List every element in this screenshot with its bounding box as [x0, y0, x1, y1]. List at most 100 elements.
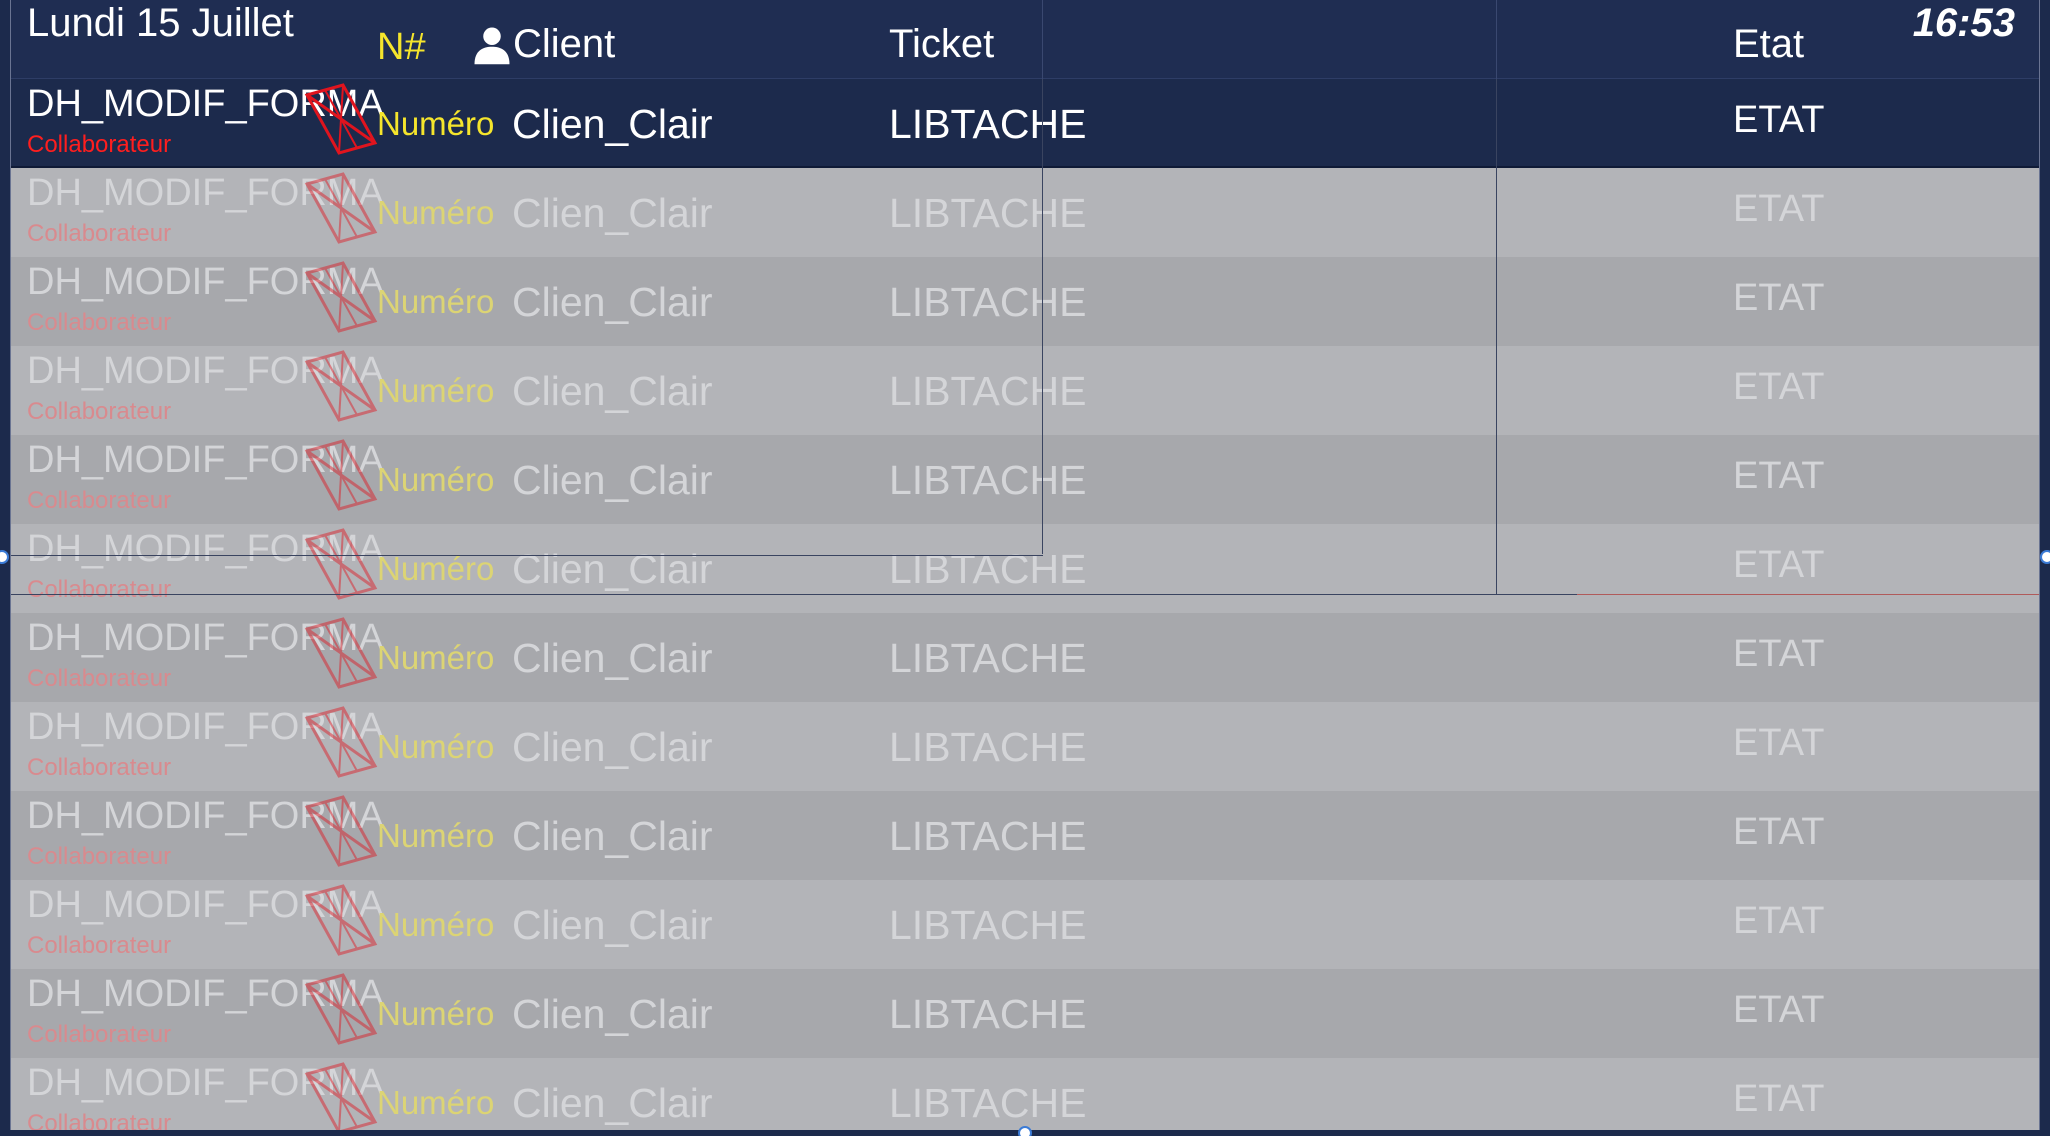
row-collaborator: Collaborateur: [27, 398, 172, 425]
row-ticket: LIBTACHE: [889, 1080, 1087, 1126]
table-row[interactable]: DH_MODIF_FORMA Collaborateur Numéro Clien_C…: [11, 969, 2039, 1058]
ticket-type-icon: [303, 259, 379, 333]
ticket-type-icon: [303, 526, 379, 600]
table-row[interactable]: DH_MODIF_FORMA Collaborateur Numéro Clien_C…: [11, 79, 2039, 168]
row-state: ETAT: [1733, 366, 1825, 408]
ticket-type-icon: [303, 1060, 379, 1130]
row-client: Clien_Clair: [512, 991, 713, 1037]
row-ticket: LIBTACHE: [889, 546, 1087, 592]
row-number: Numéro: [377, 372, 495, 409]
resize-handle-right[interactable]: [2040, 550, 2050, 564]
row-collaborator: Collaborateur: [27, 1110, 172, 1130]
row-ticket: LIBTACHE: [889, 635, 1087, 681]
column-divider: [1042, 79, 1043, 554]
row-state: ETAT: [1733, 633, 1825, 675]
column-divider: [1042, 0, 1043, 79]
guide-line: [11, 594, 1577, 595]
current-time: 16:53: [1912, 1, 2015, 45]
row-collaborator: Collaborateur: [27, 932, 172, 959]
row-client: Clien_Clair: [512, 101, 713, 147]
column-header-number[interactable]: N#: [377, 26, 426, 69]
ticket-type-icon: [303, 793, 379, 867]
row-number: Numéro: [377, 906, 495, 943]
ticket-type-icon: [303, 81, 379, 155]
ticket-board: Lundi 15 Juillet N# Client Ticket Etat 1…: [10, 0, 2040, 1130]
row-number: Numéro: [377, 105, 495, 142]
ticket-type-icon: [303, 348, 379, 422]
row-state: ETAT: [1733, 722, 1825, 764]
table-row[interactable]: DH_MODIF_FORMA Collaborateur Numéro Clien_C…: [11, 346, 2039, 435]
row-client: Clien_Clair: [512, 724, 713, 770]
table-row[interactable]: DH_MODIF_FORMA Collaborateur Numéro Clien_C…: [11, 524, 2039, 613]
row-ticket: LIBTACHE: [889, 368, 1087, 414]
table-row[interactable]: DH_MODIF_FORMA Collaborateur Numéro Clien_C…: [11, 435, 2039, 524]
row-client: Clien_Clair: [512, 368, 713, 414]
row-ticket: LIBTACHE: [889, 724, 1087, 770]
row-number: Numéro: [377, 461, 495, 498]
row-collaborator: Collaborateur: [27, 220, 172, 247]
table-row[interactable]: DH_MODIF_FORMA Collaborateur Numéro Clien_C…: [11, 168, 2039, 257]
row-state: ETAT: [1733, 900, 1825, 942]
ticket-type-icon: [303, 170, 379, 244]
column-divider: [1496, 0, 1497, 79]
row-ticket: LIBTACHE: [889, 991, 1087, 1037]
row-client: Clien_Clair: [512, 813, 713, 859]
row-ticket: LIBTACHE: [889, 101, 1087, 147]
table-row[interactable]: DH_MODIF_FORMA Collaborateur Numéro Clien_C…: [11, 1058, 2039, 1130]
row-state: ETAT: [1733, 188, 1825, 230]
row-ticket: LIBTACHE: [889, 190, 1087, 236]
row-collaborator: Collaborateur: [27, 309, 172, 336]
table-row[interactable]: DH_MODIF_FORMA Collaborateur Numéro Clien_C…: [11, 702, 2039, 791]
row-client: Clien_Clair: [512, 279, 713, 325]
row-state: ETAT: [1733, 1078, 1825, 1120]
row-collaborator: Collaborateur: [27, 131, 172, 158]
row-collaborator: Collaborateur: [27, 576, 172, 603]
column-header-state[interactable]: Etat: [1733, 22, 1804, 67]
row-number: Numéro: [377, 817, 495, 854]
row-client: Clien_Clair: [512, 546, 713, 592]
row-state: ETAT: [1733, 277, 1825, 319]
column-header-client[interactable]: Client: [471, 22, 615, 67]
table-row[interactable]: DH_MODIF_FORMA Collaborateur Numéro Clien_C…: [11, 880, 2039, 969]
row-collaborator: Collaborateur: [27, 754, 172, 781]
row-collaborator: Collaborateur: [27, 843, 172, 870]
column-header-ticket[interactable]: Ticket: [889, 22, 994, 67]
column-header-client-label: Client: [513, 22, 616, 66]
row-client: Clien_Clair: [512, 1080, 713, 1126]
row-state: ETAT: [1733, 811, 1825, 853]
ticket-type-icon: [303, 971, 379, 1045]
row-ticket: LIBTACHE: [889, 902, 1087, 948]
row-client: Clien_Clair: [512, 457, 713, 503]
row-number: Numéro: [377, 283, 495, 320]
table-row[interactable]: DH_MODIF_FORMA Collaborateur Numéro Clien_C…: [11, 613, 2039, 702]
ticket-type-icon: [303, 437, 379, 511]
ticket-type-icon: [303, 704, 379, 778]
row-collaborator: Collaborateur: [27, 665, 172, 692]
row-state: ETAT: [1733, 455, 1825, 497]
row-ticket: LIBTACHE: [889, 279, 1087, 325]
row-collaborator: Collaborateur: [27, 1021, 172, 1048]
row-ticket: LIBTACHE: [889, 457, 1087, 503]
current-date: Lundi 15 Juillet: [27, 1, 294, 45]
row-number: Numéro: [377, 728, 495, 765]
guide-line: [1577, 594, 2039, 595]
row-number: Numéro: [377, 1084, 495, 1121]
user-icon: [474, 27, 510, 64]
column-divider: [1496, 79, 1497, 594]
row-state: ETAT: [1733, 99, 1825, 141]
guide-line: [11, 555, 1043, 556]
row-collaborator: Collaborateur: [27, 487, 172, 514]
row-state: ETAT: [1733, 544, 1825, 586]
row-number: Numéro: [377, 995, 495, 1032]
table-row[interactable]: DH_MODIF_FORMA Collaborateur Numéro Clien_C…: [11, 257, 2039, 346]
resize-handle-left[interactable]: [0, 550, 9, 564]
row-number: Numéro: [377, 639, 495, 676]
table-header: Lundi 15 Juillet N# Client Ticket Etat 1…: [11, 0, 2039, 79]
table-row[interactable]: DH_MODIF_FORMA Collaborateur Numéro Clien_C…: [11, 791, 2039, 880]
row-client: Clien_Clair: [512, 190, 713, 236]
row-ticket: LIBTACHE: [889, 813, 1087, 859]
row-number: Numéro: [377, 194, 495, 231]
row-client: Clien_Clair: [512, 635, 713, 681]
resize-handle-bottom[interactable]: [1018, 1126, 1032, 1136]
row-client: Clien_Clair: [512, 902, 713, 948]
